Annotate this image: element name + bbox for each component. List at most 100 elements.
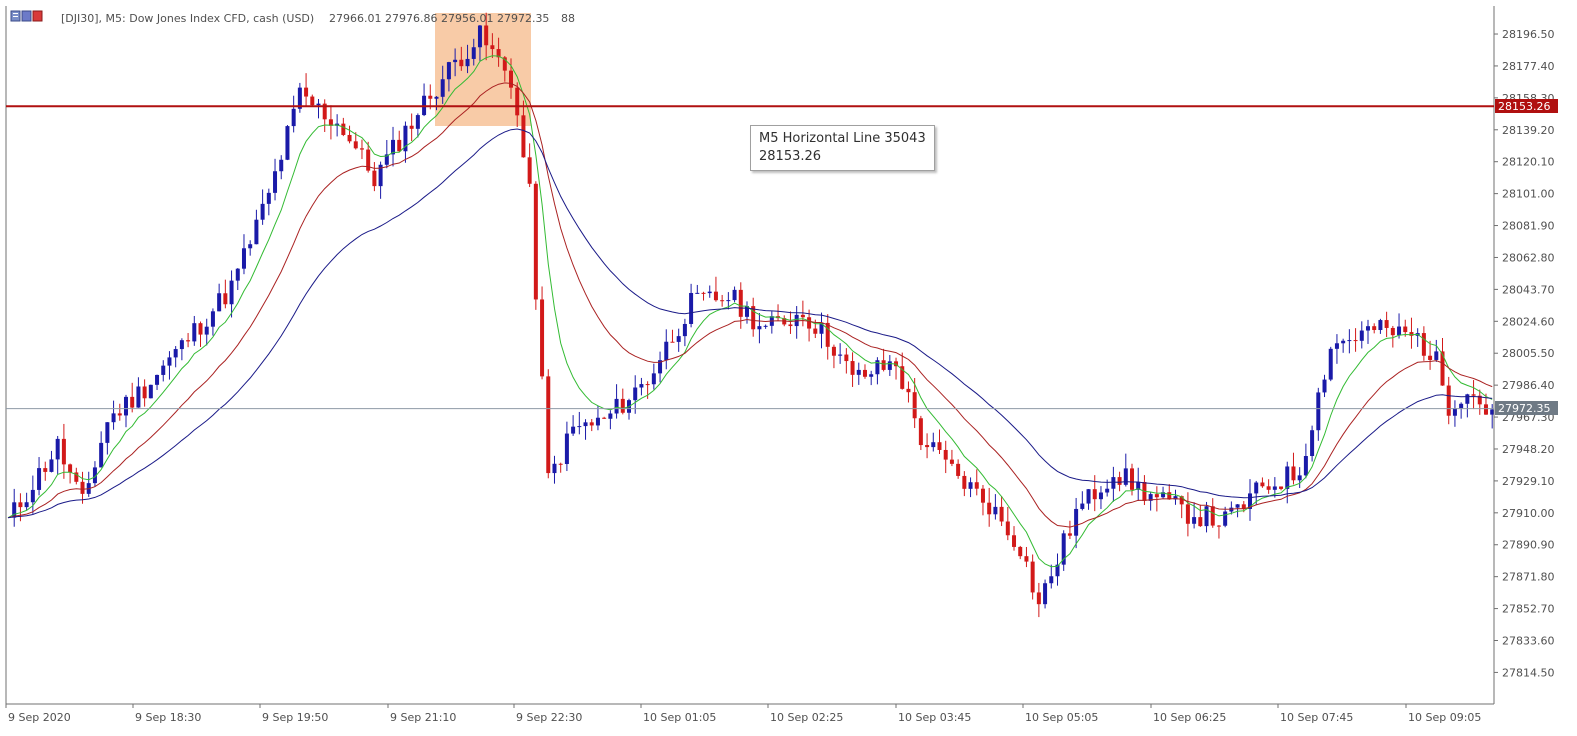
candle-body (1080, 503, 1085, 509)
candle-body (1403, 326, 1408, 333)
candle-body (123, 396, 128, 416)
time-tick-label: 9 Sep 19:50 (262, 711, 328, 724)
chart-window-icon[interactable] (21, 10, 32, 22)
candle-body (546, 376, 551, 474)
candle-body (937, 442, 942, 450)
chart-area[interactable]: 28196.50 28177.40 28158.30 28139.20 28120.10… (0, 0, 1577, 732)
candle-body (595, 417, 600, 426)
candle-body (1297, 475, 1302, 481)
price-tick-label: 28043.70 (1502, 283, 1555, 296)
candle-body (1359, 330, 1364, 341)
price-scale[interactable]: 28196.5028177.4028158.3028139.2028120.10… (1494, 28, 1555, 679)
price-tick-label: 27890.90 (1502, 539, 1555, 552)
candle-body (1353, 340, 1358, 342)
candle-body (943, 449, 948, 460)
candle-body (645, 384, 650, 386)
candle-body (241, 248, 246, 269)
price-tick-label: 28081.90 (1502, 220, 1555, 233)
candle-body (1185, 504, 1190, 524)
candle-body (341, 123, 346, 135)
chart-list-icon-line (13, 16, 18, 17)
candle-body (713, 291, 718, 301)
candle-body (179, 340, 184, 350)
candle-body (558, 463, 563, 465)
chart-close-icon[interactable] (32, 10, 43, 22)
candle-body (186, 340, 191, 342)
candle-body (813, 328, 818, 334)
candle-body (589, 422, 594, 426)
candle-body (527, 157, 532, 184)
candle-body (1154, 494, 1159, 498)
candle-body (1279, 486, 1284, 489)
candle-body (235, 268, 240, 281)
candle-body (43, 468, 48, 472)
candle-body (800, 314, 805, 318)
candle-body (1334, 343, 1339, 349)
candle-body (80, 481, 85, 494)
candle-body (446, 62, 451, 80)
candle-body (1272, 486, 1277, 490)
candle-body (633, 387, 638, 401)
candle-body (931, 442, 936, 448)
candle-body (459, 59, 464, 67)
price-tick-label: 27852.70 (1502, 603, 1555, 616)
candle-body (1254, 482, 1259, 494)
candle-body (1074, 508, 1079, 536)
candle-body (229, 280, 234, 305)
candle-body (167, 357, 172, 366)
price-tick-label: 27814.50 (1502, 666, 1555, 679)
candle-body (564, 433, 569, 465)
candle-body (1471, 394, 1476, 396)
candle-body (732, 289, 737, 301)
candle-body (310, 96, 315, 106)
candle-body (738, 289, 743, 317)
candle-body (788, 324, 793, 327)
candle-body (1378, 320, 1383, 330)
candle-body (415, 115, 420, 129)
candle-body (757, 326, 762, 330)
candle-body (720, 300, 725, 302)
candle-body (999, 506, 1004, 522)
candle-body (30, 489, 35, 503)
candle-body (850, 361, 855, 375)
candle-body (726, 300, 731, 302)
price-tick-label: 28101.00 (1502, 188, 1555, 201)
candle-body (1303, 456, 1308, 476)
candle-body (533, 183, 538, 300)
candle-body (37, 468, 42, 490)
candle-body (1390, 327, 1395, 336)
candle-body (1483, 404, 1488, 415)
candle-body (372, 170, 377, 187)
candle-body (61, 438, 66, 465)
candle-body (956, 463, 961, 476)
time-tick-label: 10 Sep 01:05 (643, 711, 716, 724)
candle-body (1322, 379, 1327, 393)
candle-body (925, 445, 930, 448)
candle-body (962, 475, 967, 489)
candle-body (701, 292, 706, 294)
header-ohlc-text: 27966.01 27976.86 27956.01 27972.35 (329, 12, 549, 25)
candle-body (1216, 525, 1221, 527)
candle-body (1043, 583, 1048, 605)
candle-body (353, 141, 358, 149)
candle-body (1210, 506, 1215, 526)
candle-body (831, 346, 836, 356)
price-chart[interactable]: 28196.5028177.4028158.3028139.2028120.10… (0, 0, 1577, 732)
time-tick-label: 10 Sep 02:25 (770, 711, 843, 724)
candle-body (1428, 355, 1433, 360)
candle-body (614, 398, 619, 414)
horizontal-line-tooltip: M5 Horizontal Line 35043 28153.26 (750, 125, 935, 171)
time-tick-label: 10 Sep 05:05 (1025, 711, 1098, 724)
candle-body (210, 311, 215, 327)
candle-body (1223, 511, 1228, 526)
candle-body (1067, 533, 1072, 536)
candle-body (1328, 348, 1333, 380)
time-tick-label: 10 Sep 03:45 (898, 711, 971, 724)
candle-body (918, 418, 923, 446)
chart-list-icon-line (13, 13, 18, 14)
candle-body (477, 25, 482, 48)
candle-body (509, 70, 514, 88)
candle-body (453, 59, 458, 63)
price-tick-label: 28005.50 (1502, 347, 1555, 360)
time-tick-label: 10 Sep 07:45 (1280, 711, 1353, 724)
